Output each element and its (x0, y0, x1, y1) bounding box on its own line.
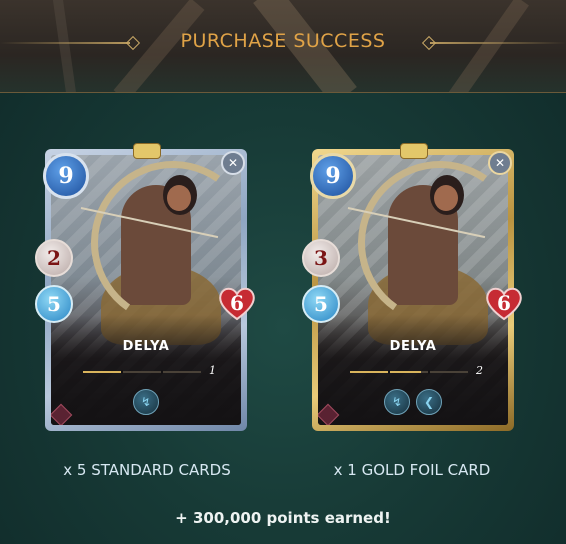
element-neutral-icon: ✕ (488, 151, 512, 175)
crest-icon (400, 143, 428, 159)
crest-icon (133, 143, 161, 159)
wind-wave-icon[interactable]: ❮ (416, 389, 442, 415)
card-art: DELYA 1 ↯ (51, 155, 241, 425)
header-banner: PURCHASE SUCCESS (0, 0, 566, 93)
points-earned-text: + 300,000 points earned! (175, 509, 391, 527)
card-name: DELYA (389, 339, 437, 354)
speed-badge: 5 (35, 285, 73, 323)
level-bar (83, 370, 201, 374)
gold-card-caption: x 1 GOLD FOIL CARD (333, 461, 491, 479)
lightning-arrow-icon[interactable]: ↯ (133, 389, 159, 415)
health-badge: 6 (217, 284, 257, 322)
card-level: 2 (476, 364, 483, 377)
melee-attack-badge: 3 (302, 239, 340, 277)
level-bar (350, 370, 468, 374)
card-level: 1 (209, 364, 216, 377)
lightning-arrow-icon[interactable]: ↯ (384, 389, 410, 415)
mana-badge: 9 (310, 153, 356, 199)
speed-badge: 5 (302, 285, 340, 323)
gold-foil-card[interactable]: DELYA 2 ↯ ❮ 9 3 5 6 ✕ (302, 143, 522, 431)
page-title: PURCHASE SUCCESS (180, 30, 386, 52)
abilities-row: ↯ ❮ (318, 389, 508, 415)
abilities-row: ↯ (51, 389, 241, 415)
mana-badge: 9 (43, 153, 89, 199)
melee-attack-badge: 2 (35, 239, 73, 277)
card-art: DELYA 2 ↯ ❮ (318, 155, 508, 425)
standard-cards-caption: x 5 STANDARD CARDS (63, 461, 231, 479)
element-neutral-icon: ✕ (221, 151, 245, 175)
standard-card[interactable]: DELYA 1 ↯ 9 2 5 6 ✕ (35, 143, 255, 431)
health-badge: 6 (484, 284, 524, 322)
card-name: DELYA (122, 339, 170, 354)
